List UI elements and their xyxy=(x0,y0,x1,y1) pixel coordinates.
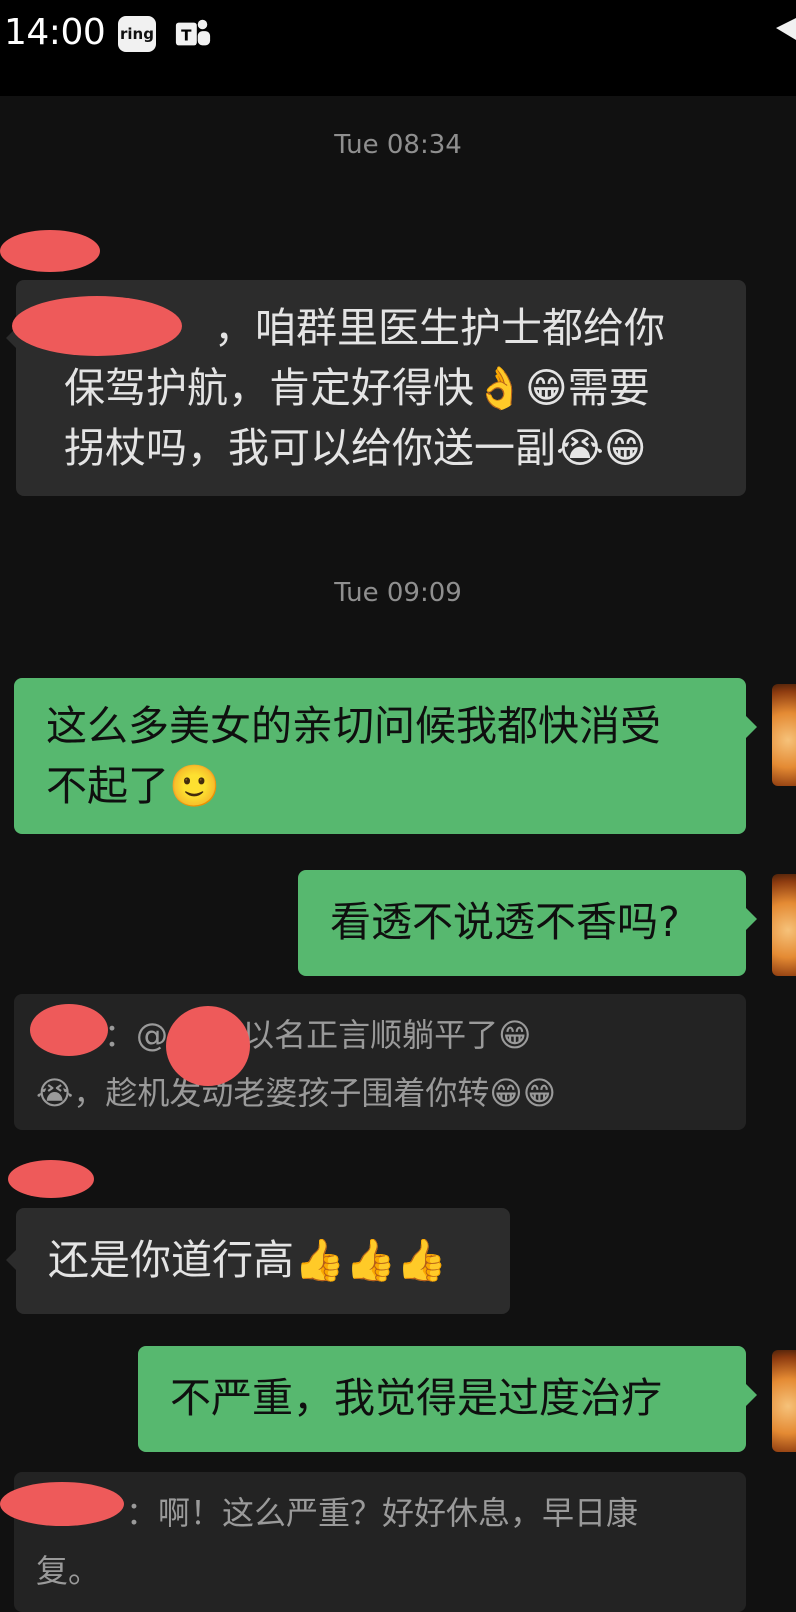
sent-message[interactable]: 看透不说透不香吗? xyxy=(298,870,746,976)
sent-message[interactable]: 不严重，我觉得是过度治疗 xyxy=(138,1346,746,1452)
redacted-sender-name xyxy=(0,230,100,272)
message-line: 还是你道行高👍👍👍 xyxy=(48,1236,448,1284)
status-time: 14:00 xyxy=(4,12,106,53)
redacted-quote-sender xyxy=(30,1004,108,1056)
redacted-sender-name xyxy=(8,1160,94,1198)
chat-area[interactable]: Tue 08:34 ，咱群里医生护士都给你 保驾护航，肯定好得快👌😁需要 拐杖吗… xyxy=(0,96,796,1612)
ring-label: ring xyxy=(120,25,154,43)
my-avatar[interactable] xyxy=(772,1350,796,1452)
message-line: 不严重，我觉得是过度治疗 xyxy=(170,1374,662,1422)
message-line: 拐杖吗，我可以给你送一副😭😁 xyxy=(64,424,647,472)
svg-text:T: T xyxy=(181,27,192,45)
quoted-message[interactable]: ：@ ，可以名正言顺躺平了😁 😭，趁机发动老婆孩子围着你转😁😁 xyxy=(14,994,746,1130)
redacted-quote-mention xyxy=(166,1006,250,1086)
quoted-message[interactable]: ：啊！这么严重？好好休息，早日康 复。 xyxy=(14,1472,746,1612)
message-line: 不起了🙂 xyxy=(46,762,221,810)
message-line: 看透不说透不香吗? xyxy=(330,898,680,946)
ring-icon: ring xyxy=(118,16,156,52)
received-message[interactable]: 还是你道行高👍👍👍 xyxy=(16,1208,510,1314)
quote-line: 😭，趁机发动老婆孩子围着你转😁😁 xyxy=(36,1074,557,1112)
message-line: 保驾护航，肯定好得快👌😁需要 xyxy=(64,364,650,412)
quote-line: 复。 xyxy=(36,1552,101,1590)
my-avatar[interactable] xyxy=(772,684,796,786)
quote-line: ：@ ，可以名正言顺躺平了😁 xyxy=(104,1016,532,1054)
teams-icon: T xyxy=(174,16,212,52)
timestamp: Tue 09:09 xyxy=(334,578,462,608)
bubble-tail xyxy=(746,908,757,930)
sent-message[interactable]: 这么多美女的亲切问候我都快消受 不起了🙂 xyxy=(14,678,746,834)
redacted-mention xyxy=(12,296,182,356)
status-bar: 14:00 ring T xyxy=(0,0,796,96)
redacted-quote-sender xyxy=(0,1482,124,1526)
wifi-icon xyxy=(776,18,796,52)
timestamp: Tue 08:34 xyxy=(334,130,462,160)
bubble-tail xyxy=(746,1384,757,1406)
message-line: 这么多美女的亲切问候我都快消受 xyxy=(46,702,661,750)
bubble-tail xyxy=(746,716,757,738)
my-avatar[interactable] xyxy=(772,874,796,976)
bubble-tail xyxy=(6,1250,16,1270)
quote-line: ：啊！这么严重？好好休息，早日康 xyxy=(126,1494,639,1532)
